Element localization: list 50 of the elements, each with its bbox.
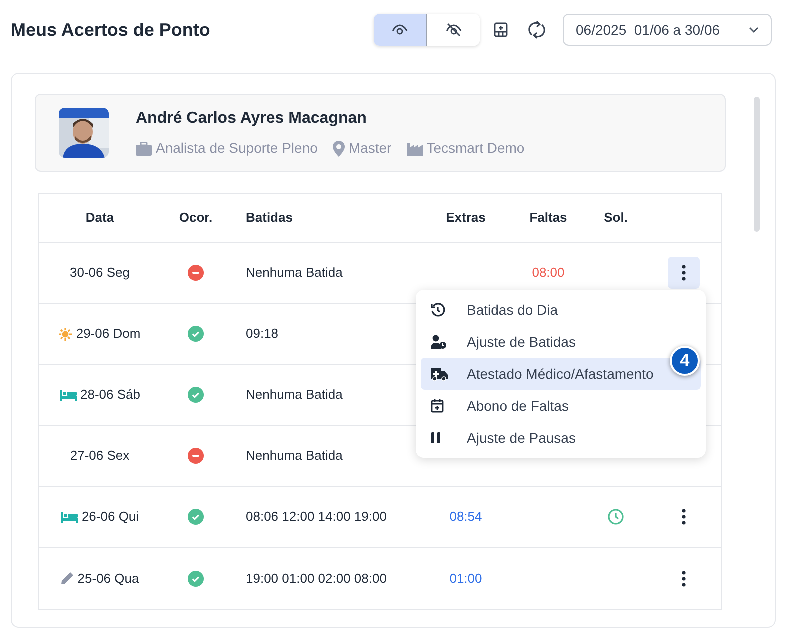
chevron-down-icon [749, 27, 759, 33]
map-pin-icon [332, 140, 345, 156]
bed-icon [60, 512, 78, 522]
punches-cell: Nenhuma Batida [246, 448, 343, 464]
bed-icon [60, 390, 76, 400]
kebab-menu-icon [682, 570, 686, 586]
punches-cell: 08:06 12:00 14:00 19:00 [246, 509, 387, 524]
column-header: Extras [445, 209, 487, 228]
column-header: Sol. [603, 209, 629, 228]
page-title: Meus Acertos de Ponto [11, 18, 210, 42]
absence-hours-cell: 08:00 [532, 265, 565, 280]
show-button[interactable] [374, 14, 427, 46]
eye-slash-icon [444, 21, 462, 39]
date-cell-text: 30-06 Seg [70, 264, 130, 282]
extras-cell: 08:54 [450, 509, 482, 524]
hide-button[interactable] [427, 14, 480, 46]
date-cell-text: 29-06 Dom [76, 325, 141, 344]
refresh-icon[interactable] [528, 20, 546, 40]
company-name: Tecsmart Demo [426, 139, 525, 158]
kebab-menu-icon [682, 265, 686, 281]
extras-cell: 01:00 [450, 570, 482, 586]
calendar-plus-icon [431, 399, 444, 413]
ambulance-icon [431, 367, 448, 381]
job-title: Analista de Suporte Pleno [156, 139, 318, 158]
pause-icon [431, 432, 441, 444]
column-header: Faltas [528, 209, 568, 228]
date-cell-text: 27-06 Sex [70, 447, 130, 466]
punches-cell: 09:18 [246, 326, 279, 342]
scrollbar-thumb[interactable] [754, 97, 760, 232]
date-cell-text: 26-06 Qui [82, 508, 140, 526]
pencil-icon [60, 572, 74, 585]
factory-icon [406, 142, 423, 156]
briefcase-icon [136, 142, 152, 156]
period-select[interactable]: 06/2025 01/06 a 30/06 [563, 14, 772, 46]
punches-cell: Nenhuma Batida [246, 265, 343, 280]
kebab-menu-icon [682, 509, 686, 525]
location-name: Master [348, 139, 392, 158]
user-clock-icon [431, 335, 447, 349]
column-header: Batidas [245, 209, 294, 228]
add-table-icon[interactable] [493, 22, 509, 38]
more-actions-button[interactable] [668, 257, 700, 289]
employee-name: André Carlos Ayres Macagnan [136, 109, 368, 129]
punches-cell: Nenhuma Batida [246, 387, 343, 402]
sun-icon [59, 328, 72, 340]
column-header: Ocor. [178, 209, 214, 228]
column-header: Data [84, 209, 116, 228]
date-cell-text: 25-06 Qua [78, 570, 140, 588]
punches-cell: 19:00 01:00 02:00 08:00 [246, 570, 387, 586]
history-icon [431, 303, 445, 317]
date-cell-text: 28-06 Sáb [80, 386, 140, 404]
